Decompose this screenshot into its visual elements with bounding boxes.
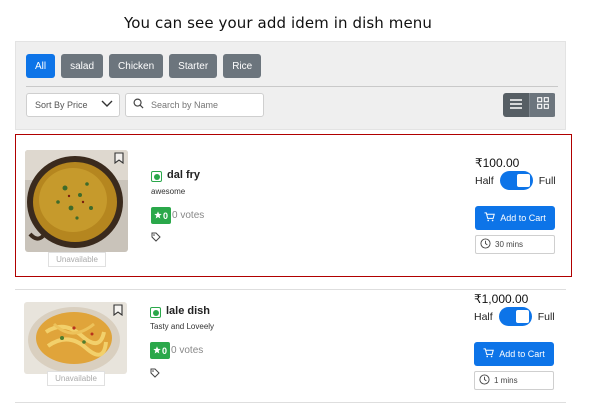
portion-switch[interactable]	[499, 171, 533, 190]
filter-panel: All salad Chicken Starter Rice Sort By P…	[15, 41, 566, 130]
view-toggle	[503, 93, 556, 117]
cart-icon	[484, 212, 496, 224]
veg-indicator-icon	[150, 307, 161, 318]
prep-time-value: 30 mins	[495, 240, 524, 249]
vote-count: 0 votes	[172, 210, 205, 221]
filter-divider	[26, 86, 558, 87]
portion-full-label: Full	[537, 310, 555, 323]
dish-description: awesome	[151, 187, 186, 196]
category-chips: All salad Chicken Starter Rice	[26, 54, 262, 78]
tag-icon	[150, 365, 160, 383]
cart-icon	[483, 348, 495, 360]
veg-indicator-icon	[151, 171, 162, 182]
dish-description: Tasty and Loveely	[150, 322, 215, 331]
grid-view-icon	[536, 96, 549, 114]
rating-badge: 0	[150, 342, 171, 359]
dish-name: lale dish	[166, 305, 211, 317]
star-icon	[154, 210, 162, 221]
category-chip-salad[interactable]: salad	[61, 54, 104, 78]
portion-switch[interactable]	[498, 307, 532, 326]
portion-full-label: Full	[538, 174, 556, 187]
availability-badge: Unavailable	[47, 371, 105, 386]
rating: 0 0 votes	[151, 207, 204, 224]
add-to-cart-button[interactable]: Add to Cart	[475, 206, 555, 230]
search-icon	[133, 96, 144, 114]
sort-select-label: Sort By Price	[35, 100, 88, 110]
card-separator	[15, 402, 566, 403]
chevron-down-icon	[101, 100, 113, 110]
add-to-cart-button[interactable]: Add to Cart	[474, 342, 554, 366]
bookmark-icon[interactable]	[114, 152, 124, 164]
add-to-cart-label: Add to Cart	[500, 213, 546, 223]
category-chip-rice[interactable]: Rice	[223, 54, 262, 78]
dish-price: ₹100.00	[475, 156, 520, 170]
portion-toggle: Half Full	[475, 171, 556, 190]
clock-icon	[480, 238, 491, 251]
rating-value: 0	[163, 210, 169, 221]
rating-value: 0	[162, 345, 168, 356]
search-input[interactable]	[151, 100, 251, 110]
prep-time-value: 1 mins	[494, 376, 518, 385]
grid-view-button[interactable]	[529, 93, 555, 117]
portion-half-label: Half	[475, 174, 494, 187]
search-box[interactable]	[125, 93, 264, 117]
add-to-cart-label: Add to Cart	[499, 349, 545, 359]
page-caption: You can see your add idem in dish menu	[123, 14, 433, 32]
category-chip-all[interactable]: All	[26, 54, 56, 78]
dish-price: ₹1,000.00	[474, 292, 529, 306]
rating-badge: 0	[151, 207, 172, 224]
category-chip-chicken[interactable]: Chicken	[109, 54, 164, 78]
list-view-button[interactable]	[503, 93, 529, 117]
dish-photo	[24, 302, 127, 374]
star-icon	[153, 345, 161, 356]
dish-card: Unavailable lale dish Tasty and Loveely …	[15, 290, 572, 402]
rating: 0 0 votes	[150, 342, 203, 359]
vote-count: 0 votes	[171, 345, 204, 356]
portion-half-label: Half	[474, 310, 493, 323]
clock-icon	[479, 374, 490, 387]
category-chip-starter[interactable]: Starter	[169, 54, 218, 78]
prep-time: 30 mins	[475, 235, 555, 254]
availability-badge: Unavailable	[48, 252, 106, 267]
prep-time: 1 mins	[474, 371, 554, 390]
sort-select[interactable]: Sort By Price	[26, 93, 120, 117]
dish-name: dal fry	[167, 169, 201, 181]
list-view-icon	[510, 96, 522, 114]
dish-card: Unavailable dal fry awesome 0 0 votes ₹1…	[15, 134, 572, 277]
bookmark-icon[interactable]	[113, 304, 123, 316]
portion-toggle: Half Full	[474, 307, 555, 326]
tag-icon	[151, 229, 161, 247]
dish-photo	[25, 150, 128, 252]
